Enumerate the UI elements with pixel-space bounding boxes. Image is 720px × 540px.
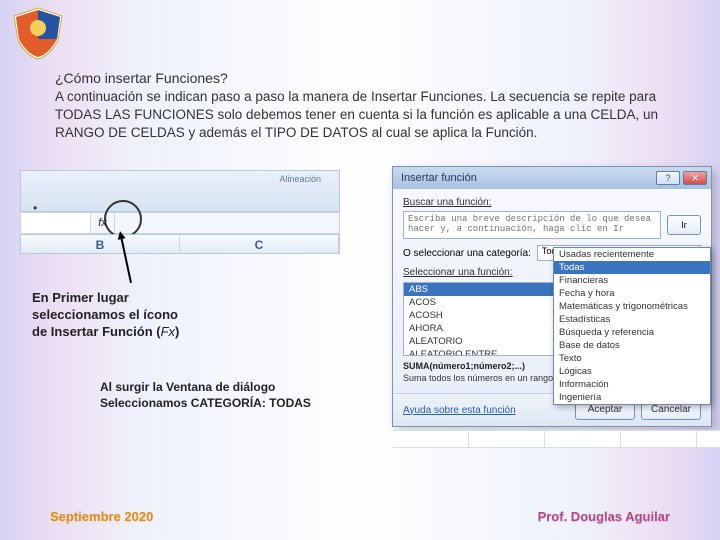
intro-paragraph: A continuación se indican paso a paso la… <box>55 88 665 143</box>
search-input[interactable] <box>403 211 661 239</box>
column-header-c[interactable]: C <box>180 235 339 253</box>
column-header-b[interactable]: B <box>21 235 180 253</box>
caption-step2: Al surgir la Ventana de diálogo Seleccio… <box>100 380 350 411</box>
excel-ribbon: Alineación • <box>20 170 340 212</box>
help-icon[interactable]: ? <box>656 171 680 185</box>
dropdown-item[interactable]: Búsqueda y referencia <box>554 326 710 339</box>
dialog-title: Insertar función <box>401 172 477 184</box>
page-title: ¿Cómo insertar Funciones? <box>55 70 665 86</box>
dropdown-item[interactable]: Texto <box>554 352 710 365</box>
category-dropdown[interactable]: Usadas recientementeTodasFinancierasFech… <box>553 247 711 405</box>
dropdown-item[interactable]: Estadísticas <box>554 313 710 326</box>
go-button[interactable]: Ir <box>667 215 701 235</box>
dropdown-item[interactable]: Todas <box>554 261 710 274</box>
insert-function-dialog: Insertar función ? ✕ Buscar una función:… <box>392 166 712 427</box>
dropdown-item[interactable]: Información <box>554 378 710 391</box>
dropdown-item[interactable]: Fecha y hora <box>554 287 710 300</box>
dropdown-item[interactable]: Ingeniería <box>554 391 710 404</box>
caption-step1: En Primer lugar seleccionamos el ícono d… <box>32 290 192 341</box>
institution-logo <box>8 6 68 61</box>
column-headers: B C <box>20 234 340 254</box>
help-link[interactable]: Ayuda sobre esta función <box>403 405 516 416</box>
slide-footer: Septiembre 2020 Prof. Douglas Aguilar <box>0 509 720 524</box>
insert-function-button[interactable]: fx <box>91 213 115 233</box>
spreadsheet-gridlines <box>393 430 720 448</box>
diagram: Alineación • fx B C En Primer lugar sele… <box>20 170 700 450</box>
footer-author: Prof. Douglas Aguilar <box>538 509 670 524</box>
dialog-titlebar[interactable]: Insertar función ? ✕ <box>393 167 711 189</box>
dropdown-item[interactable]: Usadas recientemente <box>554 248 710 261</box>
dropdown-item[interactable]: Base de datos <box>554 339 710 352</box>
category-label: O seleccionar una categoría: <box>403 248 531 259</box>
close-icon[interactable]: ✕ <box>683 171 707 185</box>
dropdown-item[interactable]: Matemáticas y trigonométricas <box>554 300 710 313</box>
search-label: Buscar una función: <box>403 197 701 208</box>
text-block: ¿Cómo insertar Funciones? A continuación… <box>55 70 665 143</box>
ribbon-group-label: Alineación <box>279 174 321 184</box>
name-box[interactable] <box>21 213 91 233</box>
footer-date: Septiembre 2020 <box>50 509 153 524</box>
dropdown-item[interactable]: Lógicas <box>554 365 710 378</box>
formula-bar: fx <box>20 212 340 234</box>
dropdown-item[interactable]: Financieras <box>554 274 710 287</box>
